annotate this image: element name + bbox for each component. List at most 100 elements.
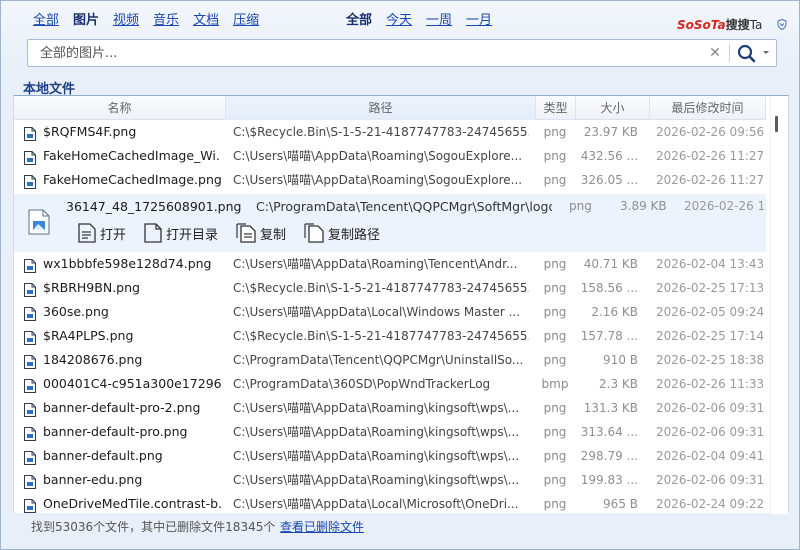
- image-file-icon: [24, 173, 36, 189]
- file-type: png: [543, 449, 567, 463]
- file-type: png: [543, 401, 567, 415]
- status-text: 找到53036个文件，其中已删除文件18345个: [31, 520, 276, 534]
- search-icon: [737, 44, 756, 63]
- image-file-icon: [24, 401, 36, 417]
- open-button-label: 打开: [100, 227, 127, 243]
- view-deleted-link[interactable]: 查看已删除文件: [280, 518, 364, 535]
- table-row[interactable]: banner-default.png C:\Users\喵喵\AppData\Ro…: [14, 444, 766, 468]
- search-input[interactable]: [40, 40, 700, 66]
- column-header-path[interactable]: 路径: [226, 96, 536, 120]
- image-file-icon: [24, 305, 36, 321]
- filter-type-music[interactable]: 音乐: [153, 9, 179, 28]
- table-row[interactable]: OneDriveMedTile.contrast-b... C:\Users\喵喵…: [14, 492, 766, 516]
- file-size: 2.16 KB: [591, 305, 638, 319]
- file-type: png: [543, 425, 567, 439]
- file-name: FakeHomeCachedImage_Wi...: [43, 148, 221, 163]
- file-size: 158.56 ...: [580, 281, 638, 295]
- shield-icon[interactable]: [777, 18, 787, 31]
- image-file-icon: [24, 449, 36, 465]
- open-folder-button[interactable]: 打开目录: [144, 220, 218, 246]
- table-row[interactable]: FakeHomeCachedImage.png C:\Users\喵喵\AppDa…: [14, 168, 766, 192]
- column-header-type[interactable]: 类型: [536, 96, 576, 120]
- filter-bar: 全部 图片 视频 音乐 文档 压缩 全部 今天 一周 一月 SoSoTa 搜搜 …: [1, 9, 800, 33]
- file-name: FakeHomeCachedImage.png: [43, 172, 221, 187]
- file-size: 965 B: [603, 497, 638, 511]
- table-row[interactable]: 184208676.png C:\ProgramData\Tencent\QQPC…: [14, 348, 766, 372]
- file-date: 2026-02-26 11:33: [656, 377, 764, 391]
- image-file-icon: [24, 377, 36, 393]
- file-path: C:\Users\喵喵\AppData\Roaming\kingsoft\wps…: [233, 401, 520, 415]
- copy-button-label: 复制: [260, 227, 287, 243]
- selected-file-name: 36147_48_1725608901.png: [66, 199, 242, 214]
- brand-suffix: Ta: [749, 17, 763, 32]
- file-path: C:\$Recycle.Bin\S-1-5-21-4187747783-2474…: [233, 281, 529, 295]
- file-path: C:\Users\喵喵\AppData\Roaming\kingsoft\wps…: [233, 473, 520, 487]
- filter-type-images[interactable]: 图片: [73, 9, 99, 28]
- copy-button[interactable]: 复制: [236, 220, 286, 246]
- file-path: C:\ProgramData\360SD\PopWndTrackerLog: [233, 377, 491, 391]
- filter-time-week[interactable]: 一周: [426, 9, 452, 28]
- open-button[interactable]: 打开: [78, 220, 126, 246]
- file-size: 23.97 KB: [583, 125, 638, 139]
- file-date: 2026-02-26 11:27: [656, 173, 764, 187]
- column-header-date[interactable]: 最后修改时间: [650, 96, 766, 120]
- file-type: png: [543, 173, 567, 187]
- search-divider: [729, 44, 730, 62]
- file-name: $RBRH9BN.png: [43, 280, 140, 295]
- close-icon[interactable]: ✕: [708, 45, 722, 61]
- file-path: C:\Users\喵喵\AppData\Roaming\kingsoft\wps…: [233, 449, 520, 463]
- file-date: 2026-02-25 17:13: [656, 281, 764, 295]
- file-type: png: [543, 281, 567, 295]
- file-date: 2026-02-26 11:27: [656, 149, 764, 163]
- table-row[interactable]: $RA4PLPS.png C:\$Recycle.Bin\S-1-5-21-418…: [14, 324, 766, 348]
- filter-type-archives[interactable]: 压缩: [233, 9, 259, 28]
- file-date: 2026-02-26 09:56: [656, 125, 764, 139]
- copy-path-button[interactable]: 复制路径: [304, 220, 380, 246]
- copy-path-icon: [304, 223, 324, 243]
- file-date: 2026-02-06 09:31: [656, 425, 764, 439]
- file-date: 2026-02-06 09:31: [656, 473, 764, 487]
- table-row[interactable]: 000401C4-c951a300e17296... C:\ProgramData…: [14, 372, 766, 396]
- file-name: wx1bbbfe598e128d74.png: [43, 256, 212, 271]
- file-size: 157.78 ...: [580, 329, 638, 343]
- file-name: 360se.png: [43, 304, 109, 319]
- table-row[interactable]: wx1bbbfe598e128d74.png C:\Users\喵喵\AppDat…: [14, 252, 766, 276]
- search-button[interactable]: [734, 43, 774, 63]
- copy-path-button-label: 复制路径: [328, 227, 381, 243]
- table-row[interactable]: banner-default-pro.png C:\Users\喵喵\AppDat…: [14, 420, 766, 444]
- filter-type-video[interactable]: 视频: [113, 9, 139, 28]
- filter-type-docs[interactable]: 文档: [193, 9, 219, 28]
- copy-icon: [236, 223, 256, 243]
- selected-file-row[interactable]: 36147_48_1725608901.png C:\ProgramData\T…: [14, 194, 766, 252]
- file-path: C:\Users\喵喵\AppData\Roaming\Tencent\Andr…: [233, 257, 518, 271]
- file-path: C:\Users\喵喵\AppData\Roaming\SogouExplore…: [233, 173, 523, 187]
- table-row[interactable]: banner-edu.png C:\Users\喵喵\AppData\Roamin…: [14, 468, 766, 492]
- file-name: banner-default.png: [43, 448, 163, 463]
- vertical-scrollbar[interactable]: [770, 96, 788, 514]
- selected-file-date: 2026-02-26 10: [684, 199, 766, 213]
- image-file-icon: [24, 149, 36, 165]
- file-name: 000401C4-c951a300e17296...: [43, 376, 221, 391]
- filter-time-all[interactable]: 全部: [346, 9, 372, 28]
- file-name: $RQFMS4F.png: [43, 124, 137, 139]
- image-file-icon: [24, 497, 36, 513]
- file-date: 2026-02-05 09:24: [656, 305, 764, 319]
- brand-logo: SoSoTa 搜搜 Ta: [677, 16, 762, 33]
- file-name: banner-default-pro.png: [43, 424, 188, 439]
- column-header-size[interactable]: 大小: [576, 96, 650, 120]
- file-date: 2026-02-04 13:43: [656, 257, 764, 271]
- table-row[interactable]: 360se.png C:\Users\喵喵\AppData\Local\Windo…: [14, 300, 766, 324]
- file-size: 298.79 ...: [580, 449, 638, 463]
- filter-time-month[interactable]: 一月: [466, 9, 492, 28]
- scrollbar-thumb[interactable]: [775, 116, 778, 132]
- filter-time-today[interactable]: 今天: [386, 9, 412, 28]
- table-row[interactable]: $RBRH9BN.png C:\$Recycle.Bin\S-1-5-21-418…: [14, 276, 766, 300]
- table-row[interactable]: $RQFMS4F.png C:\$Recycle.Bin\S-1-5-21-418…: [14, 120, 766, 144]
- table-row[interactable]: banner-default-pro-2.png C:\Users\喵喵\AppD…: [14, 396, 766, 420]
- file-size: 313.64 ...: [580, 425, 638, 439]
- table-row[interactable]: FakeHomeCachedImage_Wi... C:\Users\喵喵\App…: [14, 144, 766, 168]
- filter-type-all[interactable]: 全部: [33, 9, 59, 28]
- column-header-name[interactable]: 名称: [14, 96, 226, 120]
- app-window: 全部 图片 视频 音乐 文档 压缩 全部 今天 一周 一月 SoSoTa 搜搜 …: [0, 0, 800, 550]
- file-type: png: [543, 257, 567, 271]
